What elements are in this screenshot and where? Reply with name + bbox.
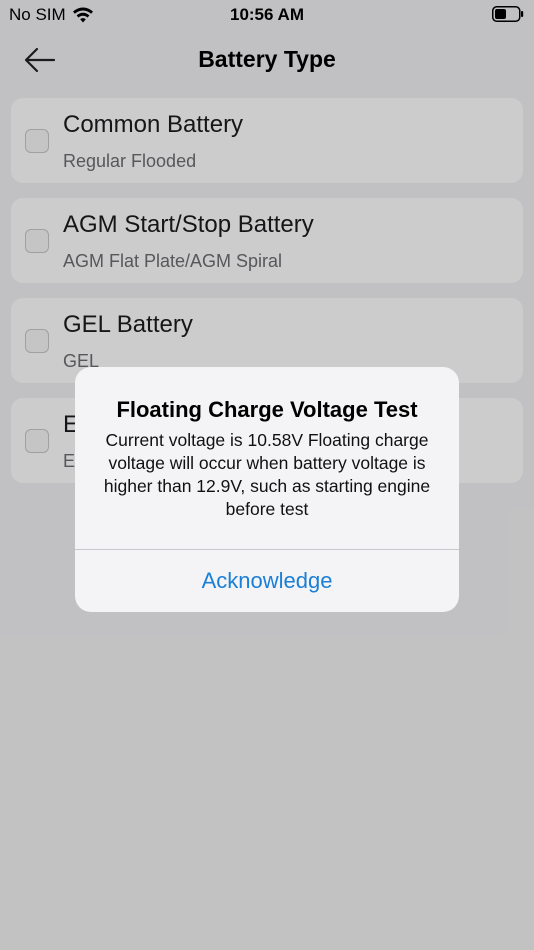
- alert-title: Floating Charge Voltage Test: [116, 397, 418, 422]
- battery-type-screen: No SIM 10:56 AM Battery Type Common Batt…: [0, 0, 534, 950]
- alert-message: Current voltage is 10.58V Floating charg…: [103, 430, 431, 519]
- acknowledge-button[interactable]: Acknowledge: [75, 550, 459, 612]
- floating-charge-alert: Floating Charge Voltage Test Current vol…: [75, 367, 459, 612]
